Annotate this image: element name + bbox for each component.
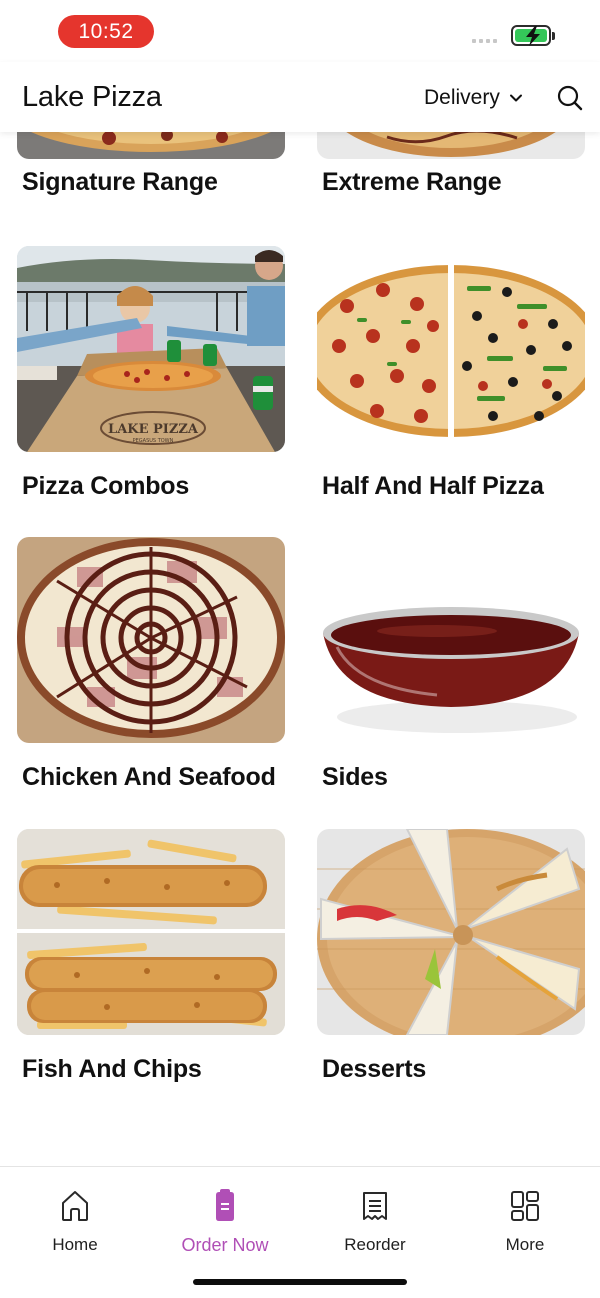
- category-label: Pizza Combos: [22, 472, 190, 500]
- chicken-and-seafood-image: [17, 537, 285, 743]
- battery-icon: [511, 25, 551, 46]
- home-icon: [62, 1191, 88, 1221]
- order-mode-dropdown[interactable]: Delivery: [424, 86, 524, 110]
- signal-icon: [472, 39, 497, 43]
- category-tile-half-and-half-pizza[interactable]: Half And Half Pizza: [317, 246, 585, 501]
- category-label: Fish And Chips: [22, 1055, 202, 1083]
- extreme-range-image: [317, 132, 585, 159]
- status-bar: 10:52: [0, 0, 600, 62]
- nav-label: Order Now: [181, 1235, 269, 1255]
- nav-item-reorder[interactable]: Reorder: [315, 1189, 435, 1255]
- pizza-combos-image: LAKE PIZZA PEGASUS TOWN: [17, 246, 285, 452]
- svg-text:LAKE PIZZA: LAKE PIZZA: [108, 422, 199, 437]
- receipt-icon: [363, 1192, 387, 1220]
- fish-and-chips-image: [17, 829, 285, 1035]
- battery-cap: [552, 32, 555, 40]
- nav-item-order-now[interactable]: Order Now: [165, 1189, 285, 1256]
- search-icon[interactable]: [556, 84, 584, 112]
- signature-range-image: [17, 132, 285, 159]
- category-label: Chicken And Seafood: [22, 763, 276, 791]
- category-tile-sides[interactable]: Sides: [317, 537, 585, 792]
- nav-item-home[interactable]: Home: [15, 1189, 135, 1255]
- category-tile-pizza-combos[interactable]: LAKE PIZZA PEGASUS TOWN Pizza Combos: [17, 246, 285, 501]
- order-icon: [216, 1189, 234, 1221]
- category-tile-signature-range[interactable]: Signature Range: [17, 132, 285, 197]
- half-and-half-pizza-image: [317, 246, 585, 452]
- svg-text:PEGASUS TOWN: PEGASUS TOWN: [133, 438, 174, 444]
- category-tile-extreme-range[interactable]: Extreme Range: [317, 132, 585, 197]
- nav-label: More: [505, 1235, 545, 1254]
- page-title: Lake Pizza: [22, 81, 162, 113]
- sides-image: [317, 537, 585, 743]
- order-mode-label: Delivery: [424, 86, 500, 109]
- nav-item-more[interactable]: More: [465, 1189, 585, 1255]
- grid-icon: [511, 1191, 539, 1221]
- category-tile-chicken-and-seafood[interactable]: Chicken And Seafood: [17, 537, 285, 792]
- app-header: Lake Pizza Delivery: [0, 62, 600, 132]
- desserts-image: [317, 829, 585, 1035]
- category-tile-desserts[interactable]: Desserts: [317, 829, 585, 1084]
- category-label: Sides: [322, 763, 388, 791]
- category-label: Signature Range: [22, 168, 218, 196]
- nav-label: Reorder: [344, 1235, 406, 1254]
- status-time: 10:52: [58, 15, 154, 48]
- category-grid: Signature Range Extreme Range LAKE PIZZA…: [0, 132, 600, 1166]
- chevron-down-icon: [509, 94, 522, 102]
- home-indicator: [193, 1279, 407, 1285]
- nav-label: Home: [52, 1235, 98, 1254]
- category-tile-fish-and-chips[interactable]: Fish And Chips: [17, 829, 285, 1084]
- category-label: Extreme Range: [322, 168, 502, 196]
- category-label: Desserts: [322, 1055, 427, 1083]
- category-label: Half And Half Pizza: [322, 472, 544, 500]
